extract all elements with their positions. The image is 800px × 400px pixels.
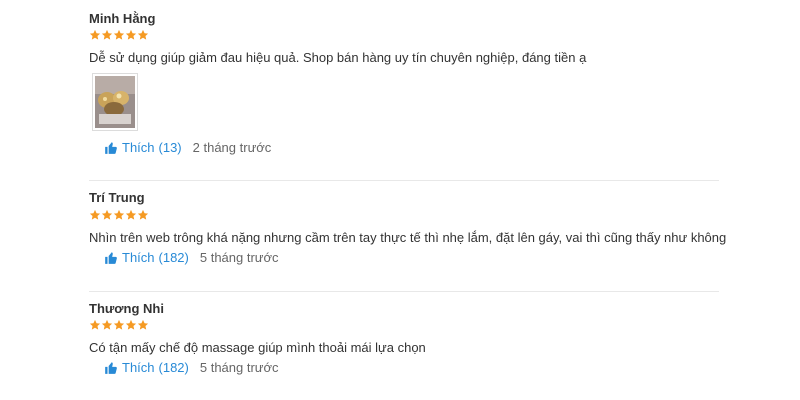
review-time: 5 tháng trước [199, 250, 279, 265]
star-icon [113, 319, 125, 330]
review-text: Dễ sử dụng giúp giảm đau hiệu quả. Shop … [89, 50, 587, 65]
thumbs-up-icon [105, 141, 117, 154]
like-button[interactable]: Thích (182) [104, 360, 189, 375]
star-icon [101, 209, 113, 220]
reviewer-name: Thương Nhi [89, 301, 164, 316]
star-icon [89, 209, 101, 220]
review-item: Thương Nhi Có tận mấy chế độ massage giú… [89, 292, 719, 400]
like-count: (182) [158, 250, 189, 265]
review-list: Minh Hằng Dễ sử dụng giúp giảm đau hiệu … [89, 0, 726, 400]
star-icon [89, 29, 101, 40]
review-actions: Thích (182) 5 tháng trước [104, 360, 279, 375]
star-icon [125, 29, 137, 40]
like-button[interactable]: Thích (182) [104, 250, 189, 265]
review-time: 5 tháng trước [199, 360, 279, 375]
like-count: (13) [158, 140, 182, 155]
star-icon [89, 319, 101, 330]
star-icon [125, 319, 137, 330]
star-icon [101, 29, 113, 40]
star-icon [137, 29, 149, 40]
rating-stars [89, 29, 149, 41]
like-count: (182) [158, 360, 189, 375]
reviewer-name: Minh Hằng [89, 11, 156, 26]
review-text: Có tận mấy chế độ massage giúp mình thoả… [89, 340, 426, 355]
review-time: 2 tháng trước [192, 140, 272, 155]
review-text: Nhìn trên web trông khá nặng nhưng cầm t… [89, 230, 727, 245]
star-icon [137, 319, 149, 330]
reviewer-name: Trí Trung [89, 190, 145, 205]
like-label: Thích [122, 360, 155, 375]
rating-stars [89, 319, 149, 331]
rating-stars [89, 209, 149, 221]
like-label: Thích [122, 250, 155, 265]
review-actions: Thích (182) 5 tháng trước [104, 250, 279, 265]
review-photo-thumbnail[interactable] [92, 73, 138, 131]
star-icon [125, 209, 137, 220]
review-actions: Thích (13) 2 tháng trước [104, 140, 271, 155]
review-photo [95, 76, 135, 128]
star-icon [113, 29, 125, 40]
like-label: Thích [122, 140, 155, 155]
thumbs-up-icon [105, 251, 117, 264]
review-item: Trí Trung Nhìn trên web trông khá nặng n… [89, 181, 726, 292]
star-icon [113, 209, 125, 220]
thumbs-up-icon [105, 361, 117, 374]
review-item: Minh Hằng Dễ sử dụng giúp giảm đau hiệu … [89, 0, 719, 181]
star-icon [101, 319, 113, 330]
star-icon [137, 209, 149, 220]
like-button[interactable]: Thích (13) [104, 140, 182, 155]
